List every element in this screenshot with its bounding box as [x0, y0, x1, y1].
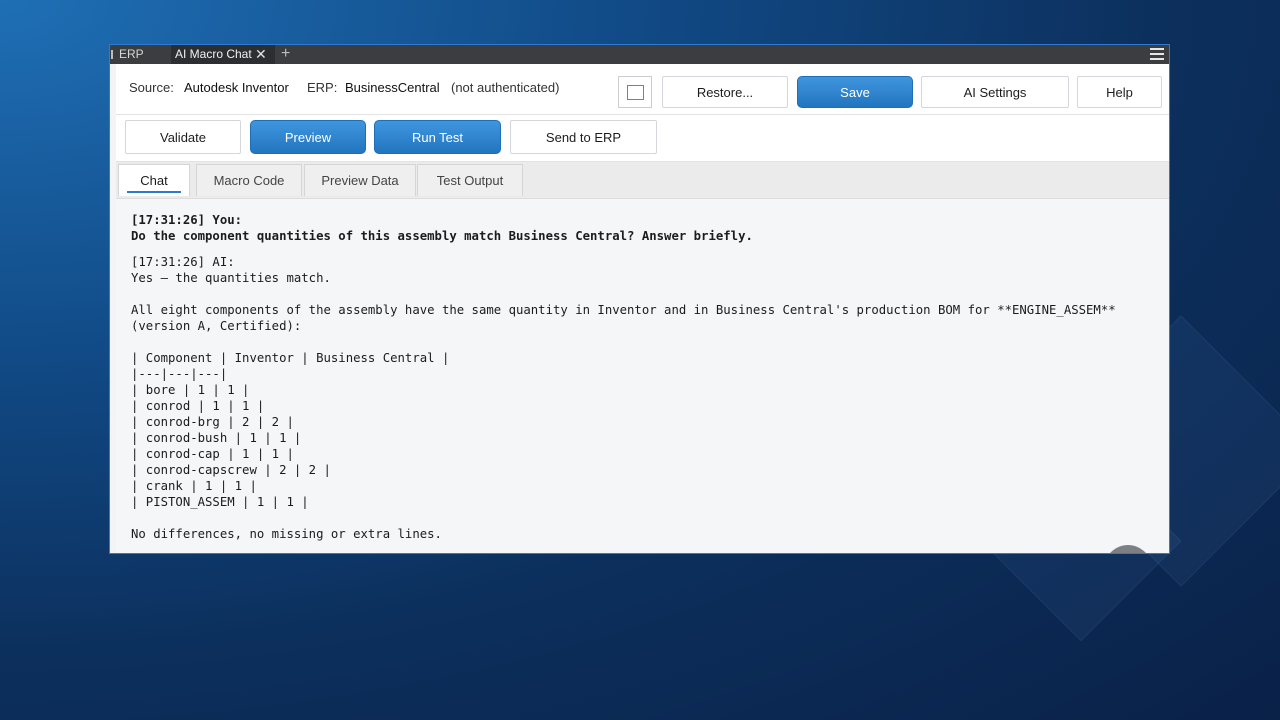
erp-label: ERP:	[307, 80, 338, 95]
add-tab-icon[interactable]: +	[281, 45, 290, 63]
option-checkbox[interactable]	[618, 76, 652, 108]
help-button[interactable]: Help	[1077, 76, 1162, 108]
action-toolbar: Validate Preview Run Test Send to ERP	[116, 115, 1169, 162]
doc-tab-ai-macro-chat[interactable]: AI Macro Chat ✕	[171, 45, 275, 64]
ai-message-line: Yes — the quantities match.	[131, 271, 331, 285]
auth-status: (not authenticated)	[451, 80, 560, 95]
scroll-to-bottom-button[interactable]	[1104, 545, 1152, 553]
table-row: | conrod | 1 | 1 |	[131, 399, 265, 413]
tab-test-output[interactable]: Test Output	[417, 164, 523, 196]
table-row: | bore | 1 | 1 |	[131, 383, 250, 397]
document-tab-bar: ERP data AI Macro Chat ✕ +	[110, 45, 1169, 80]
chat-transcript[interactable]: [17:31:26] You: Do the component quantit…	[116, 199, 1169, 553]
menu-icon[interactable]	[1150, 48, 1164, 60]
main-panel: Source: Autodesk Inventor ERP: BusinessC…	[116, 64, 1169, 553]
table-row: | Component | Inventor | Business Centra…	[131, 351, 450, 365]
send-to-erp-button[interactable]: Send to ERP	[510, 120, 657, 154]
ai-message-header: [17:31:26] AI:	[131, 255, 235, 269]
table-row: | crank | 1 | 1 |	[131, 479, 257, 493]
ai-message-line: All eight components of the assembly hav…	[131, 303, 1116, 317]
validate-button[interactable]: Validate	[125, 120, 241, 154]
run-test-button[interactable]: Run Test	[374, 120, 501, 154]
user-message-header: [17:31:26] You:	[131, 213, 243, 227]
view-tabs: Chat Macro Code Preview Data Test Output	[116, 162, 1169, 199]
preview-button[interactable]: Preview	[250, 120, 366, 154]
erp-value: BusinessCentral	[345, 80, 440, 95]
close-icon[interactable]: ✕	[255, 45, 267, 64]
source-label: Source:	[129, 80, 174, 95]
table-row: | PISTON_ASSEM | 1 | 1 |	[131, 495, 309, 509]
checkbox-icon	[627, 85, 644, 100]
source-value: Autodesk Inventor	[184, 80, 289, 95]
table-row: | conrod-cap | 1 | 1 |	[131, 447, 294, 461]
table-row: | conrod-brg | 2 | 2 |	[131, 415, 294, 429]
ai-settings-button[interactable]: AI Settings	[921, 76, 1069, 108]
ai-summary: No differences, no missing or extra line…	[131, 527, 442, 541]
app-window: ERP data AI Macro Chat ✕ + Source: Autod…	[109, 44, 1170, 554]
tab-preview-data[interactable]: Preview Data	[304, 164, 416, 196]
tab-macro-code[interactable]: Macro Code	[196, 164, 302, 196]
tab-chat[interactable]: Chat	[118, 164, 190, 196]
table-row: | conrod-capscrew | 2 | 2 |	[131, 463, 331, 477]
save-button[interactable]: Save	[797, 76, 913, 108]
restore-button[interactable]: Restore...	[662, 76, 788, 108]
source-toolbar: Source: Autodesk Inventor ERP: BusinessC…	[116, 64, 1169, 115]
table-row: | conrod-bush | 1 | 1 |	[131, 431, 302, 445]
ai-message-line: (version A, Certified):	[131, 319, 302, 333]
table-row: |---|---|---|	[131, 367, 228, 381]
doc-tab-erp-data[interactable]: ERP data	[110, 45, 170, 80]
doc-tab-label: AI Macro Chat	[175, 47, 252, 61]
user-message: Do the component quantities of this asse…	[131, 229, 753, 243]
